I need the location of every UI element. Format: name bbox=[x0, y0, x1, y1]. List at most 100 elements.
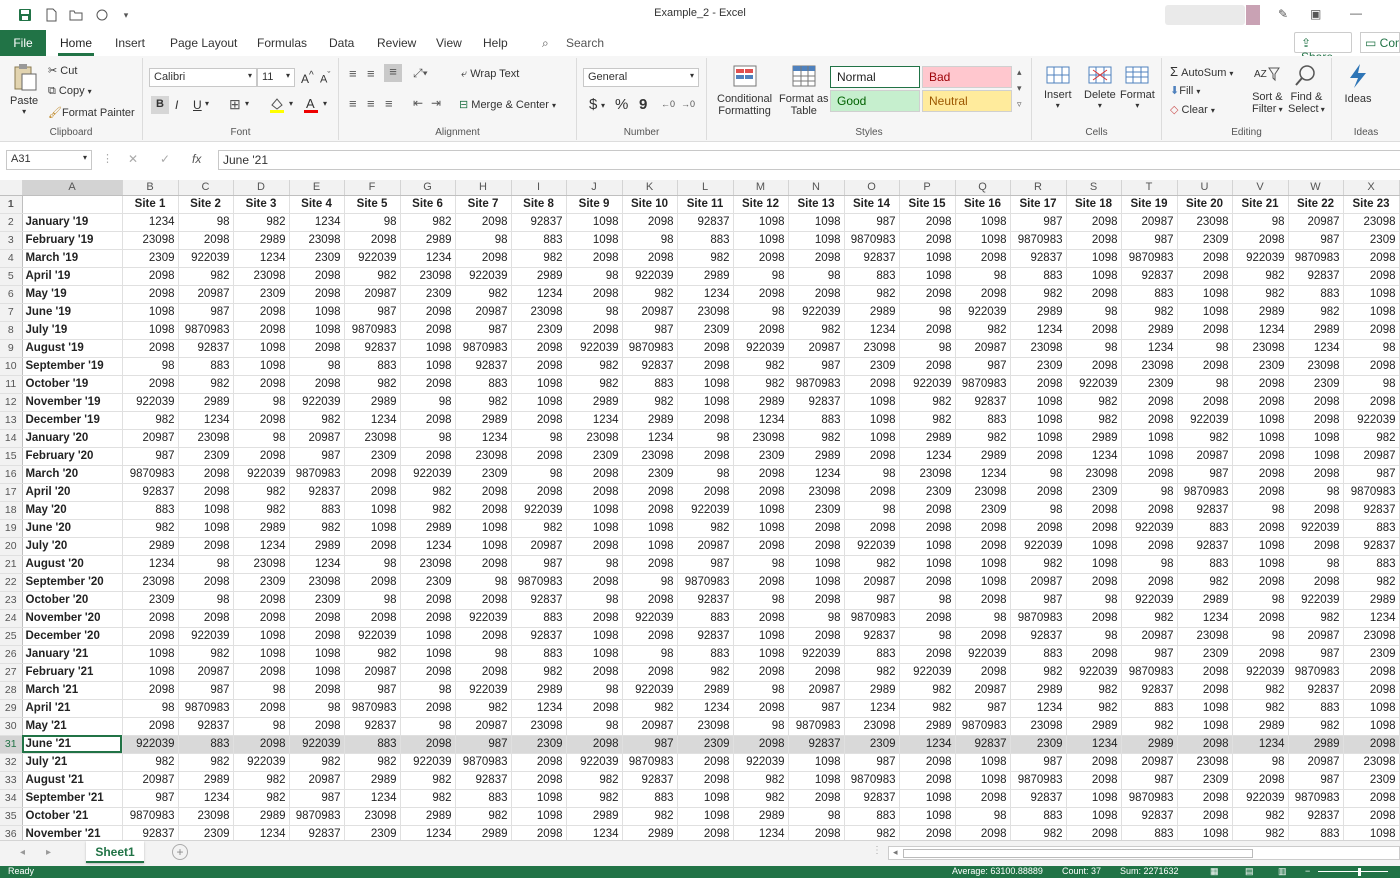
value-cell[interactable]: 20987 bbox=[1288, 213, 1344, 232]
value-cell[interactable]: 2098 bbox=[1232, 771, 1289, 790]
value-cell[interactable]: 2098 bbox=[788, 591, 845, 610]
font-name-select[interactable]: Calibri ▾ bbox=[149, 68, 257, 87]
value-cell[interactable]: 2098 bbox=[677, 411, 734, 430]
column-header[interactable]: A bbox=[22, 180, 123, 196]
value-cell[interactable]: 2309 bbox=[289, 249, 345, 268]
value-cell[interactable]: 982 bbox=[1232, 825, 1289, 840]
value-cell[interactable]: 2098 bbox=[1066, 357, 1122, 376]
value-cell[interactable]: 2098 bbox=[1232, 645, 1289, 664]
style-normal[interactable]: Normal bbox=[830, 66, 920, 88]
value-cell[interactable]: 922039 bbox=[899, 663, 956, 682]
value-cell[interactable]: 922039 bbox=[289, 735, 345, 754]
value-cell[interactable]: 2309 bbox=[733, 447, 789, 466]
value-cell[interactable]: 2989 bbox=[178, 771, 234, 790]
value-cell[interactable]: 982 bbox=[899, 411, 956, 430]
value-cell[interactable]: 922039 bbox=[622, 267, 678, 286]
value-cell[interactable]: 1098 bbox=[622, 537, 678, 556]
font-size-select[interactable]: 11 ▾ bbox=[257, 68, 295, 87]
value-cell[interactable]: 2309 bbox=[1343, 771, 1400, 790]
value-cell[interactable]: 23098 bbox=[899, 465, 956, 484]
value-cell[interactable]: 92837 bbox=[677, 627, 734, 646]
value-cell[interactable]: 2098 bbox=[1177, 663, 1233, 682]
value-cell[interactable]: 982 bbox=[178, 267, 234, 286]
format-painter-button[interactable]: 🖌Format Painter bbox=[48, 106, 135, 119]
value-cell[interactable]: 9870983 bbox=[1010, 231, 1067, 250]
value-cell[interactable]: 883 bbox=[1288, 285, 1344, 304]
value-cell[interactable]: 2098 bbox=[1288, 537, 1344, 556]
value-cell[interactable]: 987 bbox=[344, 303, 401, 322]
value-cell[interactable]: 2098 bbox=[677, 825, 734, 840]
styles-scroll[interactable]: ▴ ▾ ▿ bbox=[1017, 64, 1022, 112]
value-cell[interactable]: 1234 bbox=[233, 825, 290, 840]
value-cell[interactable]: 2098 bbox=[1343, 249, 1400, 268]
value-cell[interactable]: 23098 bbox=[455, 447, 512, 466]
value-cell[interactable]: 9870983 bbox=[955, 717, 1011, 736]
month-cell[interactable]: February '19 bbox=[22, 231, 123, 250]
value-cell[interactable]: 2098 bbox=[622, 555, 678, 574]
value-cell[interactable]: 2098 bbox=[955, 663, 1011, 682]
value-cell[interactable]: 2098 bbox=[899, 501, 956, 520]
value-cell[interactable]: 2098 bbox=[899, 519, 956, 538]
value-cell[interactable]: 982 bbox=[178, 375, 234, 394]
value-cell[interactable]: 2098 bbox=[788, 825, 845, 840]
value-cell[interactable]: 98 bbox=[1066, 339, 1122, 358]
value-cell[interactable]: 1234 bbox=[511, 285, 567, 304]
zoom-slider[interactable] bbox=[1318, 871, 1388, 872]
value-cell[interactable]: 982 bbox=[1066, 699, 1122, 718]
row-header[interactable]: 21 bbox=[0, 555, 23, 574]
month-cell[interactable]: August '19 bbox=[22, 339, 123, 358]
value-cell[interactable]: 2098 bbox=[1343, 357, 1400, 376]
value-cell[interactable]: 92837 bbox=[1343, 537, 1400, 556]
value-cell[interactable]: 98 bbox=[733, 267, 789, 286]
column-title-cell[interactable]: Site 10 bbox=[622, 195, 678, 214]
value-cell[interactable]: 1098 bbox=[733, 519, 789, 538]
value-cell[interactable]: 92837 bbox=[844, 627, 900, 646]
value-cell[interactable]: 2098 bbox=[899, 357, 956, 376]
value-cell[interactable]: 2098 bbox=[122, 375, 179, 394]
value-cell[interactable]: 922039 bbox=[1232, 663, 1289, 682]
value-cell[interactable]: 2989 bbox=[677, 681, 734, 700]
style-neutral[interactable]: Neutral bbox=[922, 90, 1012, 112]
value-cell[interactable]: 98 bbox=[344, 213, 401, 232]
value-cell[interactable]: 23098 bbox=[622, 447, 678, 466]
value-cell[interactable]: 1098 bbox=[677, 393, 734, 412]
increase-indent-icon[interactable]: ⇥ bbox=[431, 96, 441, 110]
value-cell[interactable]: 9870983 bbox=[788, 717, 845, 736]
month-cell[interactable]: July '21 bbox=[22, 753, 123, 772]
month-cell[interactable]: July '19 bbox=[22, 321, 123, 340]
value-cell[interactable]: 9870983 bbox=[1288, 249, 1344, 268]
value-cell[interactable]: 92837 bbox=[955, 393, 1011, 412]
value-cell[interactable]: 1234 bbox=[289, 213, 345, 232]
column-header[interactable]: V bbox=[1232, 180, 1289, 196]
value-cell[interactable]: 982 bbox=[733, 789, 789, 808]
value-cell[interactable]: 98 bbox=[233, 429, 290, 448]
value-cell[interactable]: 2098 bbox=[511, 411, 567, 430]
copy-button[interactable]: ⧉ Copy ▾ bbox=[48, 85, 92, 98]
value-cell[interactable]: 20987 bbox=[511, 537, 567, 556]
value-cell[interactable]: 1098 bbox=[1232, 429, 1289, 448]
value-cell[interactable]: 1098 bbox=[1343, 825, 1400, 840]
value-cell[interactable]: 23098 bbox=[233, 555, 290, 574]
value-cell[interactable]: 2098 bbox=[566, 465, 623, 484]
value-cell[interactable]: 883 bbox=[622, 375, 678, 394]
value-cell[interactable]: 2098 bbox=[955, 285, 1011, 304]
value-cell[interactable]: 987 bbox=[844, 753, 900, 772]
value-cell[interactable]: 9870983 bbox=[1343, 483, 1400, 502]
value-cell[interactable]: 1234 bbox=[1343, 609, 1400, 628]
value-cell[interactable]: 1098 bbox=[1010, 429, 1067, 448]
value-cell[interactable]: 9870983 bbox=[122, 807, 179, 826]
value-cell[interactable]: 987 bbox=[455, 735, 512, 754]
value-cell[interactable]: 2989 bbox=[899, 717, 956, 736]
chevron-down-icon[interactable]: ▾ bbox=[323, 99, 327, 108]
value-cell[interactable]: 2989 bbox=[733, 807, 789, 826]
value-cell[interactable]: 1098 bbox=[566, 627, 623, 646]
value-cell[interactable]: 2098 bbox=[1232, 609, 1289, 628]
page-break-view-icon[interactable]: ▥ bbox=[1278, 866, 1287, 877]
autosum-button[interactable]: Σ AutoSum ▾ bbox=[1170, 64, 1233, 79]
month-cell[interactable]: July '20 bbox=[22, 537, 123, 556]
underline-button[interactable]: U bbox=[193, 98, 202, 112]
value-cell[interactable]: 92837 bbox=[344, 717, 401, 736]
tab-split-handle[interactable]: ⋮ bbox=[872, 845, 882, 856]
value-cell[interactable]: 92837 bbox=[511, 627, 567, 646]
value-cell[interactable]: 2098 bbox=[122, 717, 179, 736]
